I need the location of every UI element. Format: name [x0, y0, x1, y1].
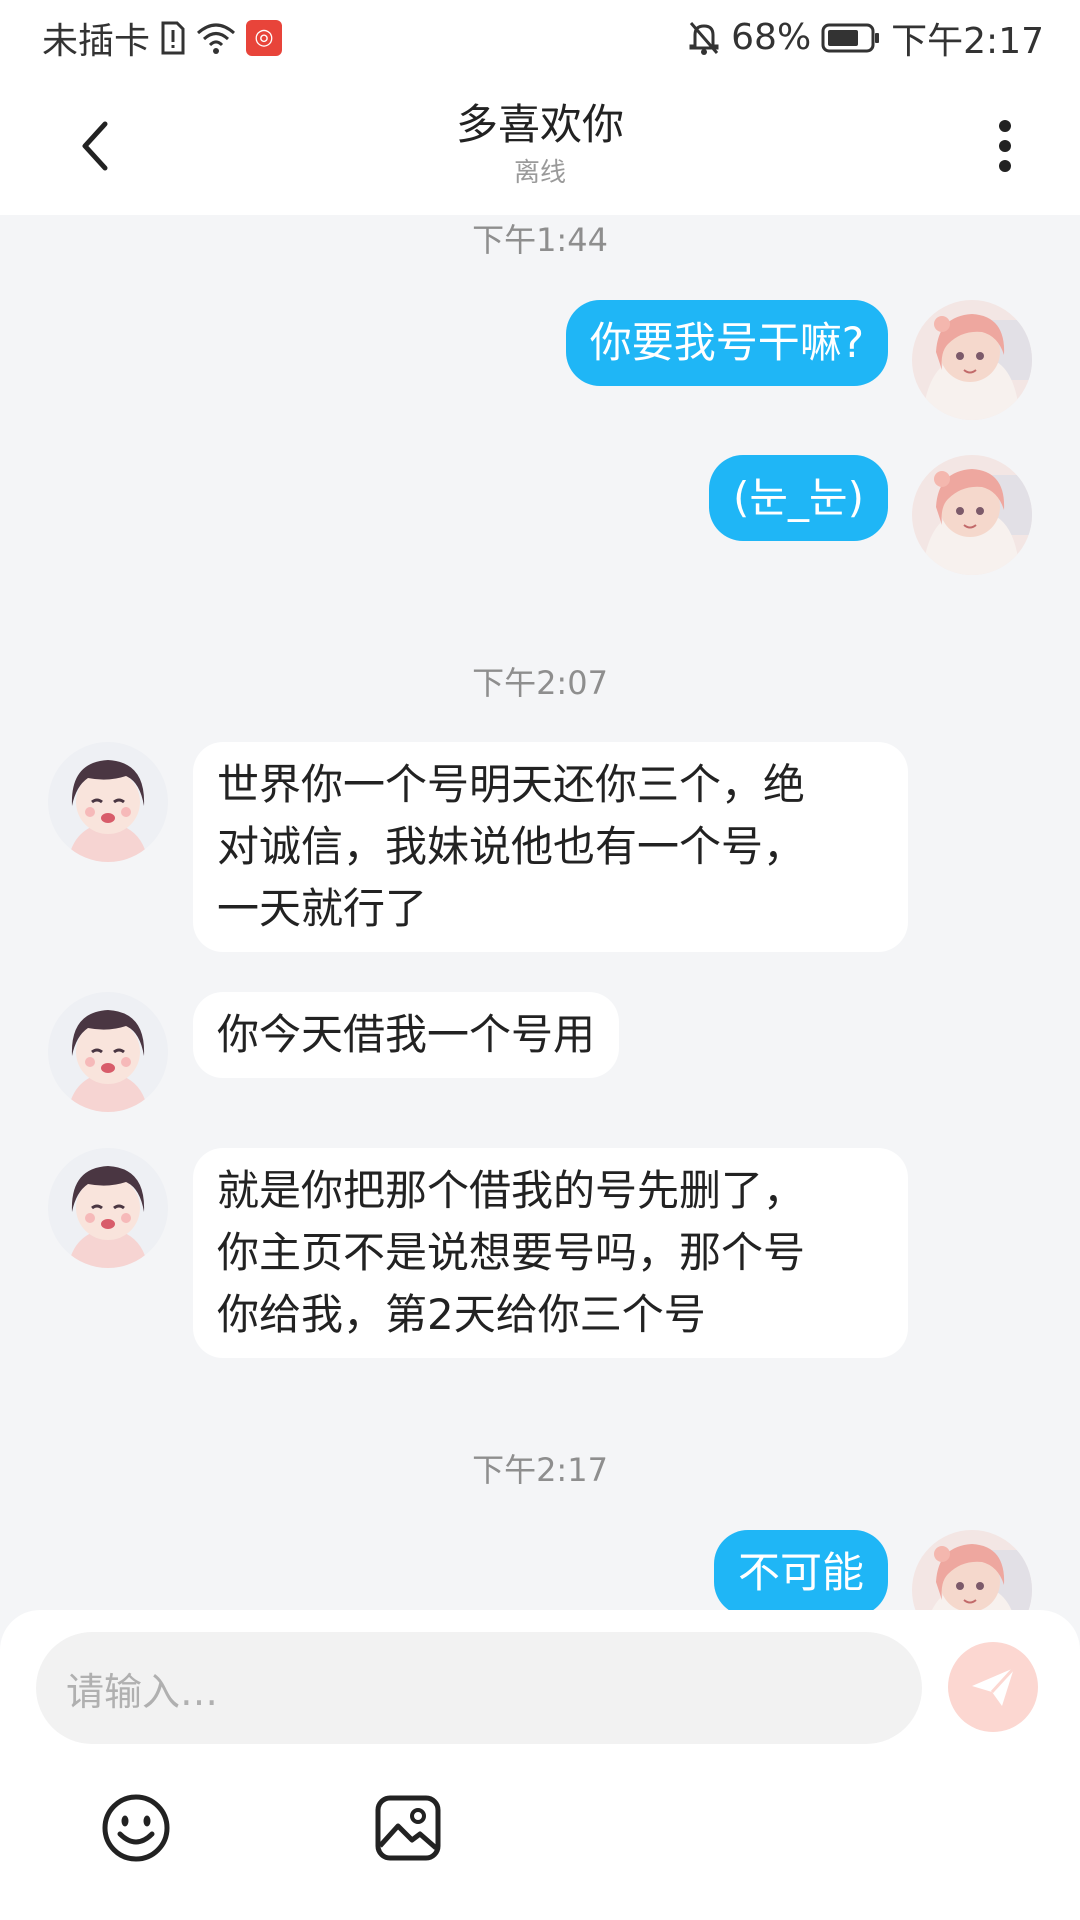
message-line: 你给我，第2天给你三个号: [217, 1290, 706, 1339]
status-left: 未插卡 ◎: [42, 12, 283, 64]
sim-alert-icon: [160, 21, 186, 55]
battery-icon: [821, 21, 881, 55]
message-line: 你主页不是说想要号吗，那个号: [217, 1228, 806, 1277]
message-composer: 请输入…: [0, 1610, 1080, 1920]
chat-header: 多喜欢你 离线: [0, 75, 1080, 215]
more-vertical-icon: [999, 120, 1011, 172]
message-list[interactable]: 下午1:44 你要我号干嘛? (눈_눈) 下午2:07 世界你一个号明天还你三个…: [0, 215, 1080, 1610]
incoming-message[interactable]: 世界你一个号明天还你三个，绝 对诚信，我妹说他也有一个号， 一天就行了: [193, 742, 908, 952]
status-bar: 未插卡 ◎ 68% 下午2:17: [0, 0, 1080, 75]
timestamp: 下午2:17: [472, 1451, 608, 1489]
message-line: 对诚信，我妹说他也有一个号，: [217, 822, 806, 871]
message-line: 你今天借我一个号用: [217, 1010, 596, 1059]
outgoing-message[interactable]: (눈_눈): [708, 455, 888, 541]
contact-avatar[interactable]: [48, 992, 168, 1112]
smiley-icon: [102, 1794, 170, 1862]
my-avatar[interactable]: [912, 300, 1032, 420]
timestamp: 下午1:44: [472, 221, 608, 259]
image-button[interactable]: [370, 1790, 446, 1866]
send-button[interactable]: [948, 1642, 1038, 1732]
emoji-button[interactable]: [98, 1790, 174, 1866]
contact-avatar[interactable]: [48, 1148, 168, 1268]
image-icon: [375, 1795, 441, 1861]
message-line: 一天就行了: [217, 884, 428, 933]
outgoing-message[interactable]: 你要我号干嘛?: [565, 300, 888, 386]
battery-percent: 68%: [731, 17, 812, 58]
my-avatar[interactable]: [912, 1530, 1032, 1610]
online-status: 离线: [513, 158, 566, 188]
my-avatar[interactable]: [912, 455, 1032, 575]
timestamp: 下午2:07: [472, 664, 608, 702]
carrier-text: 未插卡: [42, 20, 151, 62]
message-input[interactable]: 请输入…: [36, 1632, 922, 1744]
app-notification-icon: ◎: [246, 19, 283, 56]
more-button[interactable]: [970, 111, 1040, 181]
status-right: 68% 下午2:17: [687, 12, 1044, 64]
incoming-message[interactable]: 你今天借我一个号用: [193, 992, 620, 1078]
wifi-icon: [196, 21, 236, 55]
message-line: 世界你一个号明天还你三个，绝: [217, 760, 806, 809]
message-line: 就是你把那个借我的号先删了，: [217, 1166, 806, 1215]
mute-bell-icon: [687, 20, 721, 56]
chat-title: 多喜欢你: [455, 100, 624, 149]
incoming-message[interactable]: 就是你把那个借我的号先删了， 你主页不是说想要号吗，那个号 你给我，第2天给你三…: [193, 1148, 908, 1358]
clock: 下午2:17: [891, 20, 1044, 62]
header-title-group: 多喜欢你 离线: [0, 97, 1080, 191]
paper-plane-icon: [972, 1666, 1016, 1706]
contact-avatar[interactable]: [48, 742, 168, 862]
outgoing-message[interactable]: 不可能: [713, 1530, 888, 1610]
